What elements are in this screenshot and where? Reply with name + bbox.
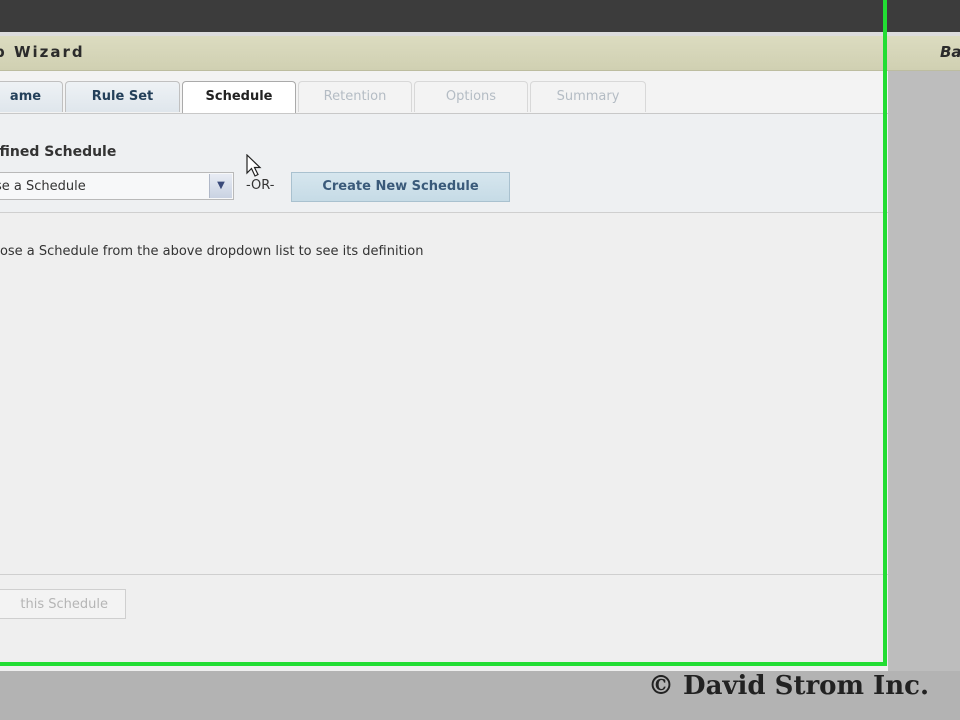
screen-top-bar (0, 0, 960, 32)
wizard-title: p Wizard (0, 43, 85, 61)
create-new-schedule-button[interactable]: Create New Schedule (291, 172, 510, 202)
tab-strip: ame Rule Set Schedule Retention Options … (0, 71, 888, 114)
tab-retention: Retention (298, 81, 412, 112)
tab-schedule[interactable]: Schedule (182, 81, 296, 113)
footer-divider (0, 574, 888, 575)
use-this-schedule-button: this Schedule (0, 589, 126, 619)
chevron-down-icon[interactable]: ▼ (209, 174, 232, 198)
right-gutter (888, 71, 960, 671)
tab-summary: Summary (530, 81, 646, 112)
copyright-watermark: © David Strom Inc. (648, 671, 929, 701)
schedule-select[interactable]: se a Schedule ▼ (0, 172, 234, 200)
predefined-schedule-label: efined Schedule (0, 144, 117, 160)
schedule-select-value: se a Schedule (0, 179, 86, 194)
or-separator: -OR- (246, 178, 275, 193)
schedule-hint-text: oose a Schedule from the above dropdown … (0, 244, 424, 259)
wizard-panel: ame Rule Set Schedule Retention Options … (0, 71, 888, 671)
tab-rule-set[interactable]: Rule Set (65, 81, 180, 112)
tab-options: Options (414, 81, 528, 112)
tab-name[interactable]: ame (0, 81, 63, 112)
wizard-header: p Wizard Ba (0, 36, 960, 71)
header-right-text: Ba (940, 43, 960, 61)
mouse-cursor-icon (246, 154, 262, 177)
schedule-picker-section: efined Schedule se a Schedule ▼ -OR- Cre… (0, 114, 888, 213)
